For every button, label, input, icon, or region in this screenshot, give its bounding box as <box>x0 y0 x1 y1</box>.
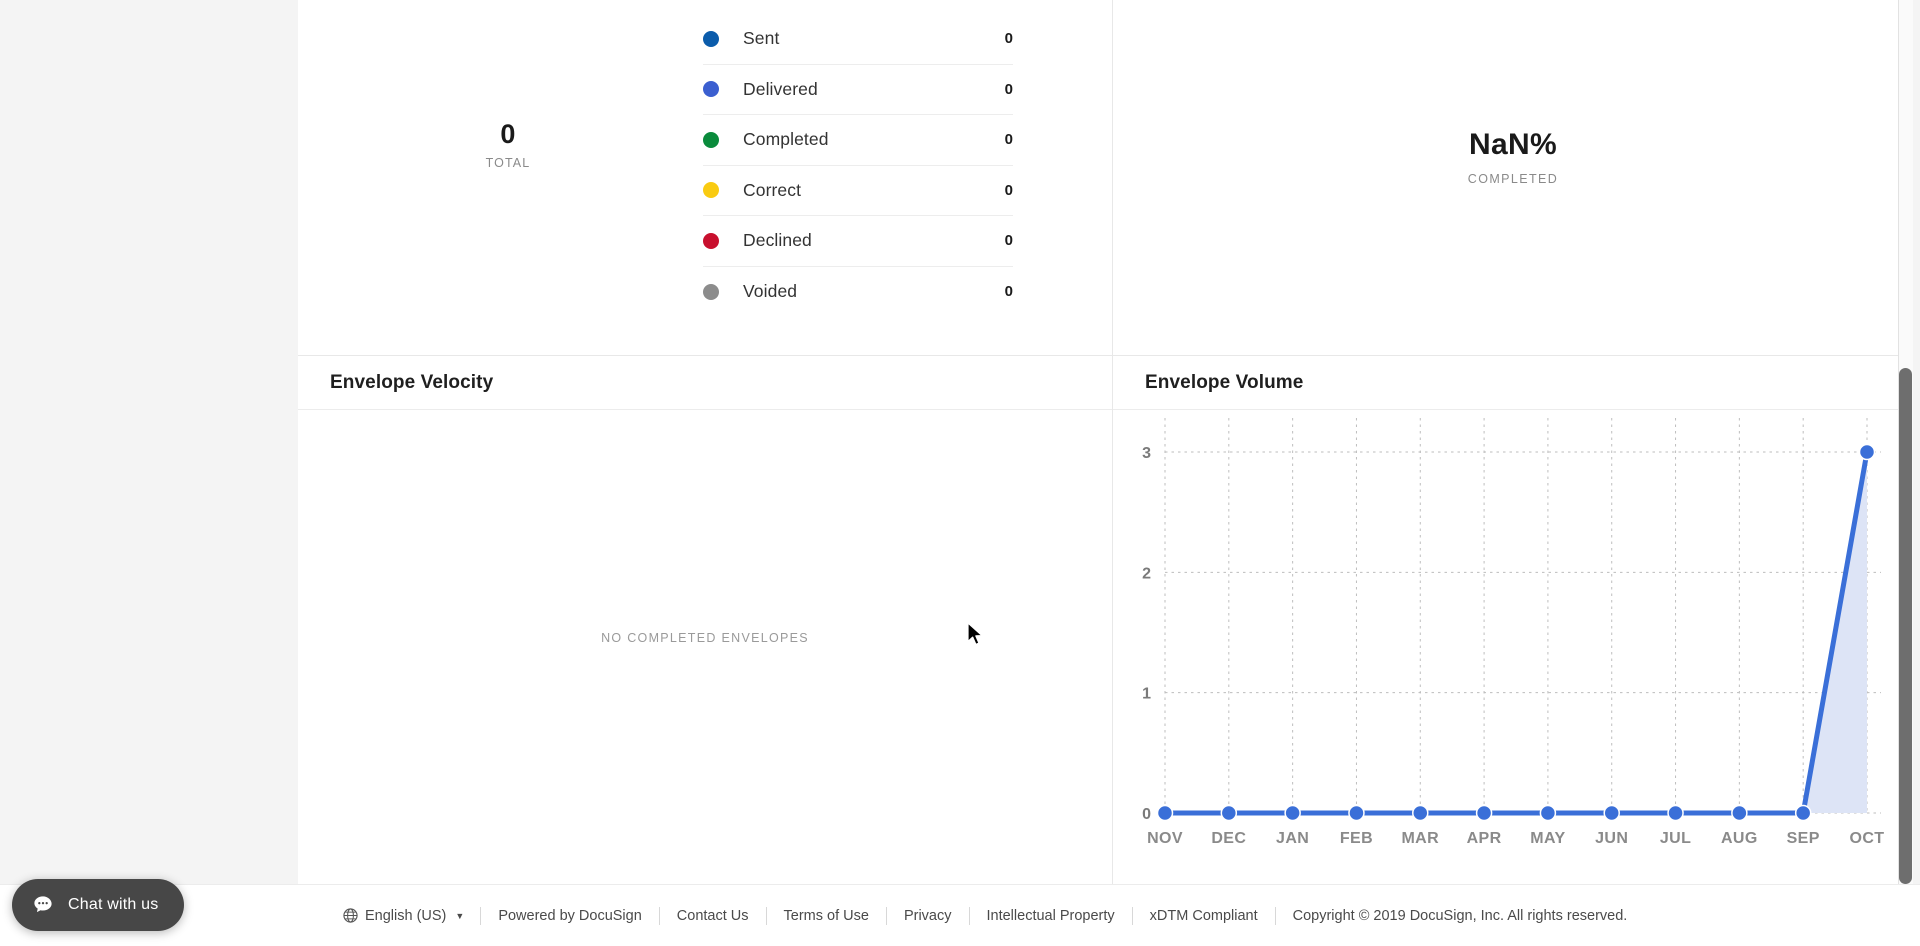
x-axis-tick: MAY <box>1530 830 1565 847</box>
completion-percent-label: COMPLETED <box>1467 172 1559 186</box>
envelope-velocity-body: NO COMPLETED ENVELOPES <box>298 410 1112 884</box>
data-point-marker[interactable] <box>1667 804 1684 822</box>
legend-label: Correct <box>743 179 802 200</box>
x-axis-tick: FEB <box>1340 830 1373 847</box>
x-axis-tick: JUL <box>1660 830 1691 847</box>
charts-row: Envelope Velocity NO COMPLETED ENVELOPES… <box>298 355 1913 884</box>
summary-row: 0 TOTAL Sent 0 Delivered 0 Completed 0 C… <box>298 0 1913 355</box>
footer-link-xdtm-compliant[interactable]: xDTM Compliant <box>1131 906 1275 925</box>
x-axis-tick: MAR <box>1401 830 1439 847</box>
chat-with-us-button[interactable]: Chat with us <box>12 879 185 931</box>
status-dot-sent-icon <box>703 30 719 47</box>
footer-links: English (US) ▼ Powered by DocuSign Conta… <box>343 905 1644 927</box>
scrollbar-thumb[interactable] <box>1899 368 1912 884</box>
globe-icon <box>343 908 358 923</box>
footer-link-privacy[interactable]: Privacy <box>885 906 969 925</box>
envelope-volume-title: Envelope Volume <box>1145 371 1304 393</box>
dashboard-page: 0 TOTAL Sent 0 Delivered 0 Completed 0 C… <box>0 0 1920 946</box>
x-axis-tick: JAN <box>1276 830 1309 847</box>
status-dot-declined-icon <box>703 232 719 249</box>
left-gutter <box>0 0 298 884</box>
scrollbar-track[interactable] <box>1898 0 1913 884</box>
status-dot-voided-icon <box>703 283 719 300</box>
language-label: English (US) <box>365 907 447 924</box>
envelope-volume-body: 0 1 2 3 NOV DEC JAN FEB MAR APR MAY JUN JUL AUG SEP OCT <box>1113 410 1913 884</box>
chat-label: Chat with us <box>68 896 159 913</box>
legend-value: 0 <box>1004 181 1013 199</box>
completion-block: NaN% COMPLETED <box>1113 128 1913 186</box>
envelope-volume-header: Envelope Volume <box>1113 356 1913 410</box>
envelope-volume-chart: 0 1 2 3 NOV DEC JAN FEB MAR APR MAY JUN JUL AUG SEP OCT <box>1113 410 1913 884</box>
empty-state: NO COMPLETED ENVELOPES <box>298 410 1112 884</box>
footer-link-terms-of-use[interactable]: Terms of Use <box>765 906 886 925</box>
page-footer: English (US) ▼ Powered by DocuSign Conta… <box>0 884 1920 946</box>
footer-link-intellectual-property[interactable]: Intellectual Property <box>968 906 1132 925</box>
footer-copyright: Copyright © 2019 DocuSign, Inc. All righ… <box>1274 906 1645 925</box>
legend-label: Completed <box>743 129 829 150</box>
x-axis-tick: NOV <box>1147 830 1183 847</box>
chat-bubble-icon <box>34 896 52 913</box>
data-point-marker[interactable] <box>1412 804 1429 822</box>
status-dot-correct-icon <box>703 182 719 199</box>
data-point-marker[interactable] <box>1539 804 1557 822</box>
data-point-marker[interactable] <box>1858 443 1876 461</box>
legend-row-correct[interactable]: Correct 0 <box>703 166 1013 216</box>
data-point-marker[interactable] <box>1603 804 1620 822</box>
chevron-down-icon: ▼ <box>455 910 465 921</box>
data-point-marker[interactable] <box>1220 804 1238 822</box>
data-point-marker[interactable] <box>1156 804 1174 822</box>
legend-row-declined[interactable]: Declined 0 <box>703 216 1013 267</box>
language-selector[interactable]: English (US) ▼ <box>343 908 480 924</box>
y-axis-tick: 3 <box>1142 445 1151 462</box>
x-axis-tick: JUN <box>1595 830 1628 847</box>
envelope-velocity-card: Envelope Velocity NO COMPLETED ENVELOPES <box>298 356 1113 884</box>
x-axis-tick: OCT <box>1850 830 1885 847</box>
footer-link-contact-us[interactable]: Contact Us <box>658 906 766 925</box>
envelope-status-panel: 0 TOTAL Sent 0 Delivered 0 Completed 0 C… <box>298 0 1113 355</box>
legend-label: Sent <box>743 28 780 49</box>
legend-row-sent[interactable]: Sent 0 <box>703 14 1013 65</box>
legend-row-delivered[interactable]: Delivered 0 <box>703 65 1013 115</box>
envelope-velocity-header: Envelope Velocity <box>298 356 1112 410</box>
footer-link-powered-by[interactable]: Powered by DocuSign <box>480 906 658 925</box>
y-axis-tick: 2 <box>1142 565 1151 582</box>
legend-label: Declined <box>743 230 812 251</box>
x-axis-tick: AUG <box>1721 830 1758 847</box>
y-axis-tick: 0 <box>1142 806 1151 823</box>
dashboard-content: 0 TOTAL Sent 0 Delivered 0 Completed 0 C… <box>298 0 1913 884</box>
envelope-volume-svg: 0 1 2 3 NOV DEC JAN FEB MAR APR MAY JUN JUL AUG SEP OCT <box>1142 418 1885 847</box>
x-axis-tick: DEC <box>1211 830 1246 847</box>
legend-value: 0 <box>1004 283 1013 301</box>
total-block: 0 TOTAL <box>418 119 598 170</box>
status-dot-completed-icon <box>703 131 719 148</box>
data-point-marker[interactable] <box>1348 804 1365 822</box>
legend-label: Voided <box>743 281 798 302</box>
empty-state-message: NO COMPLETED ENVELOPES <box>601 631 809 645</box>
x-axis-tick: SEP <box>1787 830 1820 847</box>
status-dot-delivered-icon <box>703 81 719 98</box>
legend-value: 0 <box>1004 30 1013 48</box>
envelope-volume-card: Envelope Volume 0 1 2 3 NOV DEC JAN FEB MAR APR MA… <box>1113 356 1913 884</box>
total-label: TOTAL <box>485 155 531 170</box>
x-axis-tick: APR <box>1467 830 1502 847</box>
y-axis-tick: 1 <box>1142 686 1151 703</box>
total-value: 0 <box>500 119 516 149</box>
legend-row-completed[interactable]: Completed 0 <box>703 115 1013 166</box>
completion-percent-value: NaN% <box>1469 128 1557 161</box>
legend-value: 0 <box>1004 232 1013 250</box>
completion-panel: NaN% COMPLETED <box>1113 0 1913 355</box>
data-point-marker[interactable] <box>1731 804 1748 822</box>
status-legend: Sent 0 Delivered 0 Completed 0 Correct 0… <box>703 14 1013 317</box>
legend-label: Delivered <box>743 78 818 99</box>
data-point-marker[interactable] <box>1284 804 1301 822</box>
data-point-marker[interactable] <box>1794 804 1812 822</box>
legend-value: 0 <box>1004 80 1013 98</box>
envelope-velocity-title: Envelope Velocity <box>330 371 494 393</box>
legend-value: 0 <box>1004 131 1013 149</box>
legend-row-voided[interactable]: Voided 0 <box>703 267 1013 318</box>
data-point-marker[interactable] <box>1475 804 1493 822</box>
